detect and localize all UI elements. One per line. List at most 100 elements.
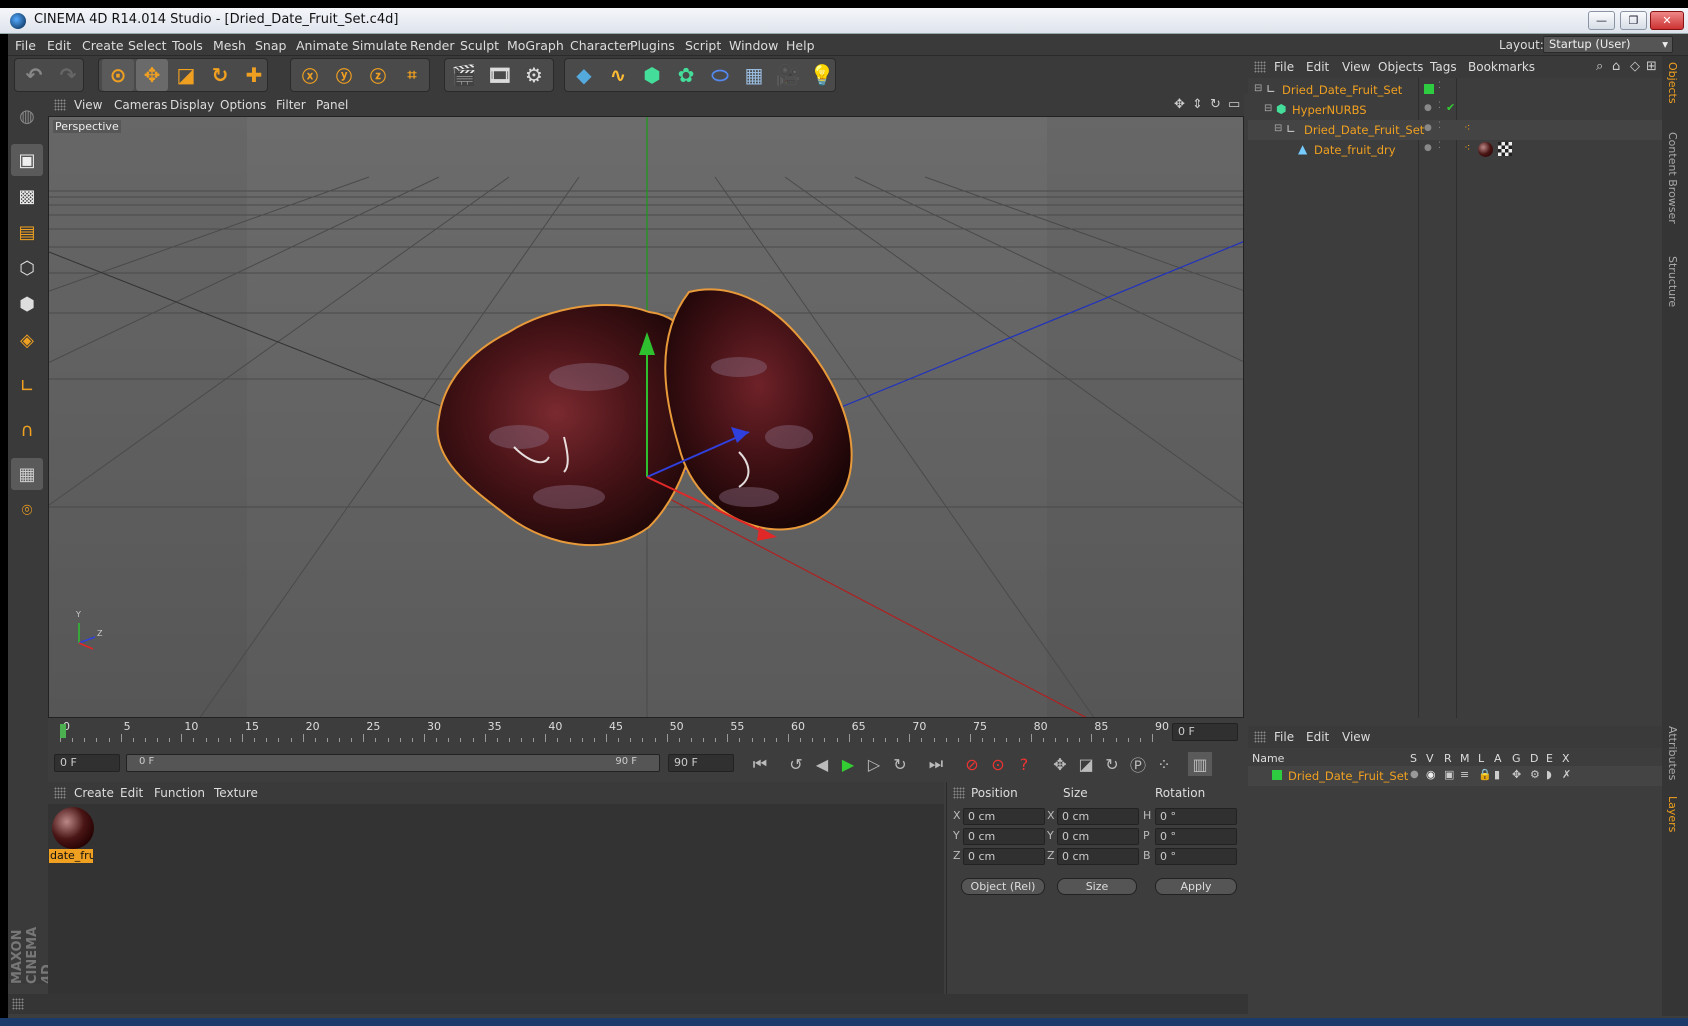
size-y-field[interactable]: 0 cm xyxy=(1057,828,1139,845)
move-tool-icon[interactable]: ✥ xyxy=(136,59,168,91)
render-settings-icon[interactable]: ⚙ xyxy=(518,59,550,91)
solo-toggle-icon[interactable]: ● xyxy=(1410,769,1419,780)
enabled-check-icon[interactable]: ✔ xyxy=(1446,101,1455,114)
object-row[interactable]: ⊟ ∟ Dried_Date_Fruit_Set ⁚ xyxy=(1248,80,1662,100)
menu-sculpt[interactable]: Sculpt xyxy=(460,38,499,53)
object-row[interactable]: ⊟ ⬢ HyperNURBS ● ⁚ ✔ xyxy=(1248,100,1662,120)
lock-icon[interactable]: 🔒 xyxy=(1478,768,1492,781)
menu-plugins[interactable]: Plugins xyxy=(630,38,675,53)
menu-animate[interactable]: Animate xyxy=(296,38,348,53)
layer-color-swatch[interactable] xyxy=(1424,84,1434,94)
tab-layers[interactable]: Layers xyxy=(1666,796,1679,832)
key-scale-icon[interactable]: ◪ xyxy=(1074,752,1098,776)
material-menu-edit[interactable]: Edit xyxy=(120,786,143,800)
visibility-dots-icon[interactable]: ⁚ xyxy=(1438,101,1441,111)
key-parameter-icon[interactable]: Ⓟ xyxy=(1126,752,1150,776)
maximize-button[interactable]: ❐ xyxy=(1620,11,1647,30)
spline-icon[interactable]: ∿ xyxy=(602,59,634,91)
size-mode-dropdown[interactable]: Size xyxy=(1057,878,1137,895)
record-keyframe-icon[interactable]: ⊘ xyxy=(960,752,984,776)
object-name[interactable]: Dried_Date_Fruit_Set xyxy=(1304,123,1424,137)
object-menu-view[interactable]: View xyxy=(1342,60,1370,74)
eye-icon[interactable]: ◇ xyxy=(1630,59,1640,74)
undo-icon[interactable]: ↶ xyxy=(18,59,50,91)
next-frame-icon[interactable]: ▷ xyxy=(862,752,886,776)
rotate-tool-icon[interactable]: ↻ xyxy=(204,59,236,91)
y-axis-lock-icon[interactable]: ⓨ xyxy=(328,59,360,91)
current-frame-field[interactable]: 0 F xyxy=(1172,723,1238,741)
viewport-menu-panel[interactable]: Panel xyxy=(316,98,348,112)
panel-grip[interactable] xyxy=(953,787,965,799)
menu-edit[interactable]: Edit xyxy=(47,38,71,53)
apply-button[interactable]: Apply xyxy=(1155,878,1237,895)
viewport-menu-filter[interactable]: Filter xyxy=(276,98,306,112)
object-name[interactable]: Date_fruit_dry xyxy=(1314,143,1396,157)
object-name[interactable]: HyperNURBS xyxy=(1292,103,1367,117)
workplane-mode-icon[interactable]: ▤ xyxy=(11,216,43,248)
menu-character[interactable]: Character xyxy=(570,38,632,53)
rot-b-field[interactable]: 0 ° xyxy=(1155,848,1237,865)
generator-icon[interactable]: ✥ xyxy=(1512,768,1521,781)
viewport-menu-cameras[interactable]: Cameras xyxy=(114,98,167,112)
uvw-tag-icon[interactable] xyxy=(1498,142,1512,156)
layer-name[interactable]: Dried_Date_Fruit_Set xyxy=(1288,769,1408,783)
key-pla-icon[interactable]: ⁘ xyxy=(1152,752,1176,776)
viewport-menu-view[interactable]: View xyxy=(74,98,102,112)
menu-mesh[interactable]: Mesh xyxy=(213,38,246,53)
viewport-zoom-icon[interactable]: ⇕ xyxy=(1192,97,1203,112)
timeline-ruler[interactable]: 0 5 10 15 20 25 30 35 40 45 50 55 60 65 70 75 80 85 90 0 F xyxy=(48,720,1244,746)
camera-icon[interactable]: 🎥 xyxy=(772,59,804,91)
autokey-icon[interactable]: ⊙ xyxy=(986,752,1010,776)
cube-primitive-icon[interactable]: ◆ xyxy=(568,59,600,91)
coordinate-system-icon[interactable]: ⌗ xyxy=(396,59,428,91)
object-menu-tags[interactable]: Tags xyxy=(1430,60,1457,74)
panel-grip[interactable] xyxy=(1254,61,1266,73)
menu-window[interactable]: Window xyxy=(729,38,778,53)
render-view-icon[interactable]: 🎬 xyxy=(448,59,480,91)
panel-grip[interactable] xyxy=(1254,731,1266,743)
tab-attributes[interactable]: Attributes xyxy=(1666,726,1679,780)
material-menu-function[interactable]: Function xyxy=(154,786,205,800)
start-frame-field[interactable]: 0 F xyxy=(54,754,120,772)
play-icon[interactable]: ▶ xyxy=(836,752,860,776)
polygons-mode-icon[interactable]: ◈ xyxy=(11,324,43,356)
range-slider[interactable]: 0 F 90 F xyxy=(126,754,660,772)
layer-color-swatch[interactable] xyxy=(1272,770,1282,780)
layer-menu-view[interactable]: View xyxy=(1342,730,1370,744)
pos-y-field[interactable]: 0 cm xyxy=(963,828,1045,845)
size-x-field[interactable]: 0 cm xyxy=(1057,808,1139,825)
coordinate-mode-dropdown[interactable]: Object (Rel) xyxy=(961,878,1045,895)
collapse-toggle-icon[interactable]: ⊟ xyxy=(1254,83,1262,94)
points-mode-icon[interactable]: ⬡ xyxy=(11,252,43,284)
x-axis-lock-icon[interactable]: ⓧ xyxy=(294,59,326,91)
redo-icon[interactable]: ↷ xyxy=(52,59,84,91)
panel-grip[interactable] xyxy=(54,787,66,799)
menu-script[interactable]: Script xyxy=(685,38,721,53)
object-menu-objects[interactable]: Objects xyxy=(1378,60,1423,74)
floor-icon[interactable]: ▦ xyxy=(738,59,770,91)
snap-magnet-icon[interactable]: ∩ xyxy=(11,414,43,446)
panel-grip[interactable] xyxy=(12,998,24,1010)
material-menu-texture[interactable]: Texture xyxy=(214,786,258,800)
soft-selection-icon[interactable]: ⌾ xyxy=(11,494,43,526)
visibility-dots-icon[interactable]: ⁚ xyxy=(1438,121,1441,131)
object-row[interactable]: ⊟ ∟ Dried_Date_Fruit_Set ● ⁚ ⁖ xyxy=(1248,120,1662,140)
layer-menu-file[interactable]: File xyxy=(1274,730,1294,744)
size-z-field[interactable]: 0 cm xyxy=(1057,848,1139,865)
layer-row[interactable]: Dried_Date_Fruit_Set ● ◉ ▣ ≡ 🔒 ▮ ✥ ⚙ ◗ ✗ xyxy=(1248,766,1662,786)
layer-menu-edit[interactable]: Edit xyxy=(1306,730,1329,744)
edges-mode-icon[interactable]: ⬢ xyxy=(11,288,43,320)
xref-icon[interactable]: ✗ xyxy=(1562,768,1571,781)
visibility-dots-icon[interactable]: ● xyxy=(1424,123,1432,133)
deformer-icon[interactable]: ⚙ xyxy=(1530,768,1540,781)
close-button[interactable]: ✕ xyxy=(1650,11,1684,30)
animation-icon[interactable]: ▮ xyxy=(1494,768,1500,781)
material-tag-icon[interactable] xyxy=(1478,142,1493,157)
rot-p-field[interactable]: 0 ° xyxy=(1155,828,1237,845)
viewport-menu-display[interactable]: Display xyxy=(170,98,214,112)
collapse-toggle-icon[interactable]: ⊟ xyxy=(1264,103,1272,114)
menu-select[interactable]: Select xyxy=(128,38,167,53)
previous-keyframe-icon[interactable]: ↺ xyxy=(784,752,808,776)
next-keyframe-icon[interactable]: ↻ xyxy=(888,752,912,776)
key-position-icon[interactable]: ✥ xyxy=(1048,752,1072,776)
